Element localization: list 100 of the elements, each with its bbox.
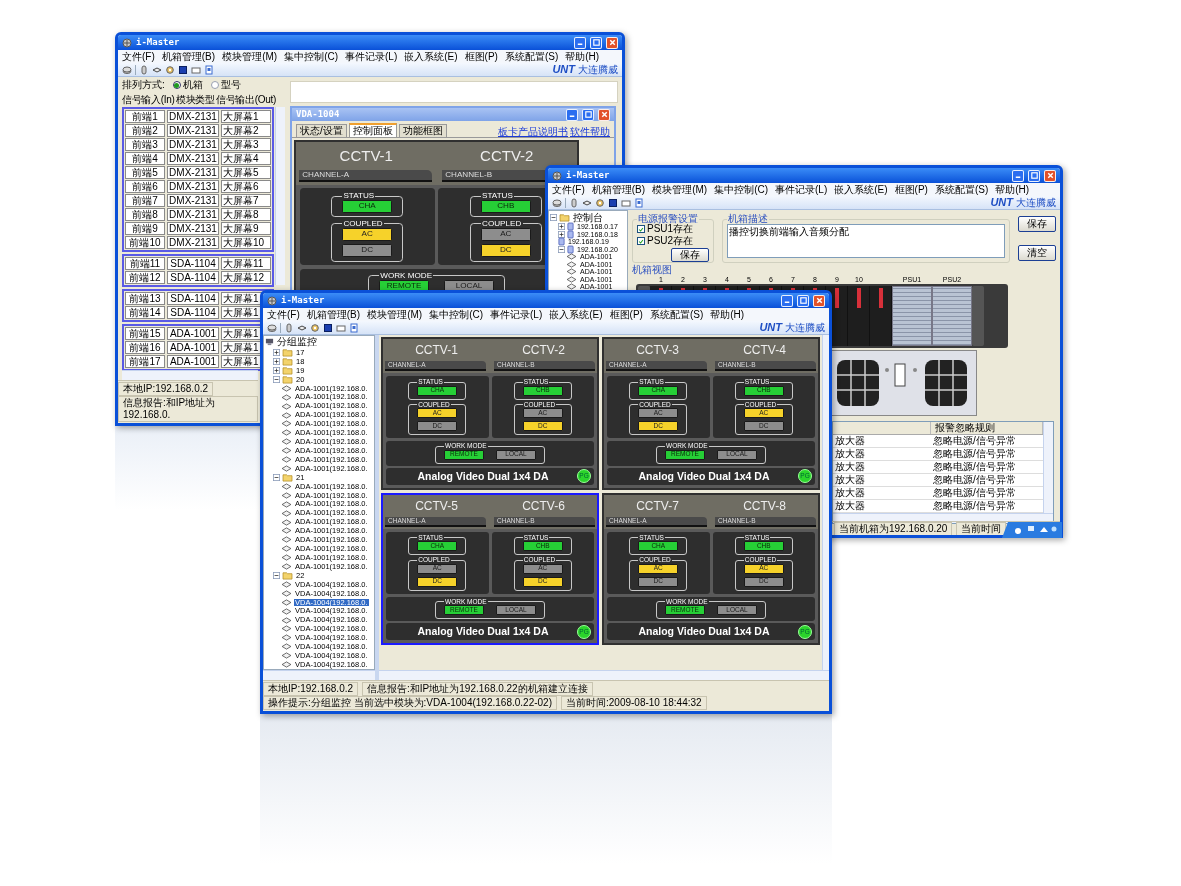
menu-item[interactable]: 嵌入系统(E) [404, 51, 458, 62]
monitor-icon [265, 337, 274, 347]
menu-item[interactable]: 集中控制(C) [714, 184, 768, 195]
collapse-icon[interactable] [558, 245, 565, 253]
status-text: 当前机箱为192.168.0.20 [834, 521, 953, 535]
document-icon[interactable] [204, 64, 214, 75]
help-link[interactable]: 软件帮助 [570, 127, 610, 137]
expand-icon[interactable] [273, 357, 280, 365]
maximize-button[interactable] [1028, 169, 1040, 182]
coupling-button[interactable]: DC [480, 244, 531, 257]
maximize-button[interactable] [582, 108, 594, 121]
cylinder-icon[interactable] [139, 64, 149, 75]
minimize-button[interactable] [566, 108, 578, 121]
collapse-icon[interactable] [273, 375, 280, 383]
panel-icon[interactable] [323, 322, 333, 333]
close-button[interactable] [1044, 169, 1056, 182]
menu-item[interactable]: 系统配置(S) [934, 184, 989, 195]
maximize-button[interactable] [797, 294, 809, 307]
menu-item[interactable]: 嵌入系统(E) [549, 309, 603, 320]
menu-item[interactable]: 帮助(H) [995, 184, 1030, 195]
menu-item[interactable]: 模块管理(M) [367, 309, 423, 320]
cylinder-icon[interactable] [569, 197, 579, 208]
menu-item[interactable]: 集中控制(C) [429, 309, 483, 320]
document-icon[interactable] [349, 322, 359, 333]
radio-button[interactable] [210, 81, 219, 89]
table-cell: 前端4 [125, 152, 165, 165]
app-icon [267, 295, 277, 306]
close-button[interactable] [813, 294, 825, 307]
horizontal-scrollbar[interactable] [122, 370, 258, 380]
gear-icon[interactable] [165, 64, 175, 75]
coupling-button[interactable]: AC [342, 228, 393, 241]
checkbox[interactable] [637, 237, 645, 245]
menu-item[interactable]: 嵌入系统(E) [834, 184, 888, 195]
menu-item[interactable]: 帮助(H) [565, 51, 600, 62]
menu-item[interactable]: 机箱管理(B) [161, 51, 216, 62]
document-icon[interactable] [634, 197, 644, 208]
expand-icon[interactable] [273, 366, 280, 374]
cylinder-icon[interactable] [284, 322, 294, 333]
tree-item[interactable]: 分组监控 [276, 336, 318, 347]
form-button[interactable]: 清空 [1018, 245, 1056, 261]
coupling-button[interactable]: AC [480, 228, 531, 241]
collapse-icon[interactable] [273, 572, 280, 579]
minimize-button[interactable] [574, 36, 586, 49]
menu-item[interactable]: 机箱管理(B) [306, 309, 361, 320]
gear-icon[interactable] [595, 197, 605, 208]
help-link[interactable]: 板卡产品说明书 [498, 127, 568, 137]
tab[interactable]: 状态/设置 [296, 124, 347, 137]
radio-option[interactable]: 机箱 [172, 80, 203, 90]
collapse-icon[interactable] [550, 214, 557, 221]
menu-item[interactable]: 事件记录(L) [490, 309, 543, 320]
maximize-icon [591, 38, 601, 47]
table-cell: SDA-1104 [167, 292, 219, 305]
tab[interactable]: 控制面板 [348, 123, 397, 137]
gear-icon[interactable] [310, 322, 320, 333]
vertical-scrollbar[interactable] [822, 335, 829, 670]
menu-item[interactable]: 事件记录(L) [775, 184, 828, 195]
minimize-button[interactable] [1012, 169, 1024, 182]
tab[interactable]: 功能框图 [398, 124, 447, 137]
radio-option[interactable]: 型号 [210, 80, 241, 90]
menu-item[interactable]: 系统配置(S) [649, 309, 704, 320]
menu-item[interactable]: 文件(F) [122, 51, 155, 62]
menu-item[interactable]: 集中控制(C) [284, 51, 338, 62]
close-button[interactable] [598, 108, 610, 121]
close-button[interactable] [606, 36, 618, 49]
save-button[interactable]: 保存 [671, 248, 709, 262]
module-name: Analog Video Dual 1x4 DA [637, 470, 771, 482]
menu-item[interactable]: 系统配置(S) [504, 51, 559, 62]
menu-item[interactable]: 框图(P) [609, 309, 643, 320]
menu-item[interactable]: 事件记录(L) [345, 51, 398, 62]
folder-icon [282, 571, 293, 580]
horizontal-scrollbar[interactable] [263, 670, 375, 680]
radio-button[interactable] [172, 81, 181, 89]
panel-icon[interactable] [178, 64, 188, 75]
expand-icon[interactable] [273, 348, 280, 356]
minimize-button[interactable] [781, 294, 793, 307]
description-field[interactable]: 播控切换前端输入音频分配 [727, 224, 1005, 258]
checkbox[interactable] [637, 225, 645, 233]
expand-icon[interactable] [558, 223, 565, 231]
form-button[interactable]: 保存 [1018, 216, 1056, 232]
disk-icon[interactable] [122, 64, 132, 75]
status-button[interactable]: CHA [342, 200, 393, 213]
menu-item[interactable]: 帮助(H) [710, 309, 745, 320]
menu-item[interactable]: 机箱管理(B) [591, 184, 646, 195]
disk-icon[interactable] [267, 322, 277, 333]
table-cell: 前端6 [125, 180, 165, 193]
collapse-icon[interactable] [273, 473, 280, 481]
vertical-scrollbar[interactable] [275, 107, 285, 285]
maximize-button[interactable] [590, 36, 602, 49]
panel-icon[interactable] [608, 197, 618, 208]
expand-icon[interactable] [558, 230, 565, 238]
menu-item[interactable]: 模块管理(M) [652, 184, 708, 195]
menu-item[interactable]: 框图(P) [894, 184, 928, 195]
coupling-button[interactable]: DC [342, 244, 393, 257]
menu-item[interactable]: 框图(P) [464, 51, 498, 62]
vertical-scrollbar[interactable] [1043, 422, 1053, 513]
menu-item[interactable]: 模块管理(M) [222, 51, 278, 62]
status-button[interactable]: CHB [480, 200, 531, 213]
horizontal-scrollbar[interactable] [379, 670, 829, 680]
disk-icon[interactable] [552, 197, 562, 208]
logo-text: 大连腾威 [785, 322, 825, 333]
